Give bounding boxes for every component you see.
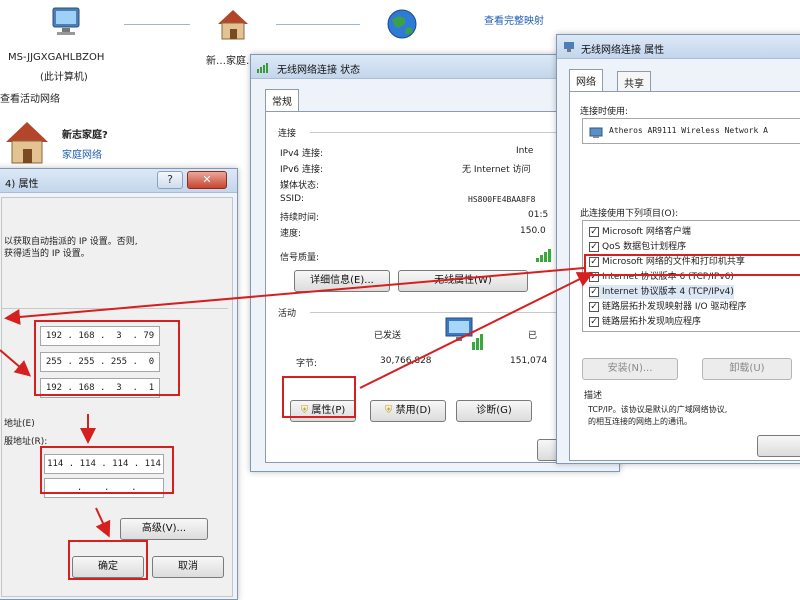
computer-icon: [52, 7, 80, 35]
signal-icon: [257, 63, 268, 73]
duration-label: 持续时间:: [280, 213, 320, 223]
network-activity-icon: [445, 317, 483, 350]
list-item-text: 链路层拓扑发现映射器 I/O 驱动程序: [602, 302, 747, 312]
computer-subtitle: (此计算机): [40, 72, 88, 83]
checkbox[interactable]: ✓: [589, 226, 599, 237]
bytes-sent-value: 30,766,828: [380, 356, 432, 366]
description-label: 描述: [584, 391, 603, 401]
adapter-name: Atheros AR9111 Wireless Network A: [609, 126, 768, 135]
items-label: 此连接使用下列项目(O):: [580, 209, 679, 219]
network-name: 新志家庭?: [62, 130, 108, 141]
ipv4-description-line2: 获得适当的 IP 设置。: [4, 249, 90, 259]
checkbox[interactable]: ✓: [589, 286, 599, 297]
ipv4-dialog-title: 4) 属性: [5, 179, 39, 190]
list-item[interactable]: ✓ 链路层拓扑发现映射器 I/O 驱动程序: [589, 300, 747, 314]
list-item-text: 链路层拓扑发现响应程序: [602, 317, 702, 327]
annotation-box-ipv4-item: [584, 254, 800, 276]
internet-globe-icon: [387, 9, 417, 39]
group-divider: [2, 308, 228, 309]
description-line2: 的相互连接的网络上的通讯。: [588, 417, 692, 426]
annotation-box-properties: [282, 376, 356, 418]
list-item[interactable]: ✓ Microsoft 网络客户端: [589, 225, 691, 239]
diagnose-button[interactable]: 诊断(G): [456, 400, 532, 422]
media-state-label: 媒体状态:: [280, 181, 320, 191]
networking-tab-panel: 连接时使用: Atheros AR9111 Wireless Network A…: [569, 91, 800, 461]
received-label: 已: [528, 331, 538, 341]
house-icon: [6, 122, 48, 164]
list-item[interactable]: ✓ QoS 数据包计划程序: [589, 240, 686, 254]
computer-name: MS-JJGXGAHLBZOH: [8, 52, 105, 63]
install-button[interactable]: 安装(N)...: [582, 358, 678, 380]
ipv4-dialog-titlebar: 4) 属性 ? ✕: [0, 169, 237, 193]
tab-sharing[interactable]: 共享: [617, 71, 651, 91]
bytes-received-value: 151,074: [510, 356, 548, 366]
connect-using-label: 连接时使用:: [580, 107, 629, 117]
cancel-button[interactable]: 取消: [152, 556, 224, 578]
network-adapter-icon: [564, 42, 574, 52]
map-connector: [276, 24, 360, 25]
list-item-selected[interactable]: ✓ Internet 协议版本 4 (TCP/IPv4): [589, 285, 734, 299]
list-item-text: Microsoft 网络客户端: [602, 227, 691, 237]
ipv4-connectivity-value: Inte: [516, 146, 534, 156]
ipv4-dialog-body: 以获取自动指派的 IP 设置。否则, 获得适当的 IP 设置。 192 . 16…: [1, 197, 233, 597]
home-network-icon: [218, 10, 248, 40]
checkbox[interactable]: ✓: [589, 301, 599, 312]
description-line1: TCP/IP。该协议是默认的广域网络协议,: [588, 405, 728, 414]
map-connector: [124, 24, 190, 25]
annotation-box-ip-settings: [34, 320, 180, 396]
tab-networking[interactable]: 网络: [569, 69, 603, 91]
details-button[interactable]: 详细信息(E)...: [294, 270, 390, 292]
signal-quality-label: 信号质量:: [280, 253, 320, 263]
duration-value: 01:5: [528, 210, 549, 220]
dns-group-label: 地址(E): [4, 419, 35, 429]
uninstall-button[interactable]: 卸载(U): [702, 358, 792, 380]
group-divider: [310, 312, 560, 313]
disable-button[interactable]: ⛨ 禁用(D): [370, 400, 446, 422]
status-dialog-title: 无线网络连接 状态: [277, 65, 361, 76]
speed-label: 速度:: [280, 229, 302, 239]
props-dialog-titlebar: 无线网络连接 属性: [557, 35, 800, 59]
ok-button[interactable]: [757, 435, 800, 457]
adapter-properties-dialog: 无线网络连接 属性 网络 共享 连接时使用: Atheros AR9111 Wi…: [556, 34, 800, 464]
ssid-label: SSID:: [280, 194, 305, 204]
props-dialog-title: 无线网络连接 属性: [581, 45, 665, 56]
ipv6-connectivity-value: 无 Internet 访问: [462, 165, 531, 175]
ipv4-connectivity-label: IPv4 连接:: [280, 149, 324, 159]
annotation-box-dns: [40, 446, 174, 494]
shield-icon: ⛨: [384, 405, 393, 416]
network-card-icon: [589, 127, 603, 138]
list-item-text: QoS 数据包计划程序: [602, 242, 687, 252]
view-full-map-link[interactable]: 查看完整映射: [484, 12, 544, 27]
disable-button-label: 禁用(D): [395, 405, 432, 416]
network-type-link[interactable]: 家庭网络: [62, 146, 102, 161]
signal-strength-icon: [536, 249, 551, 262]
checkbox[interactable]: ✓: [589, 316, 599, 327]
help-button[interactable]: ?: [157, 171, 183, 189]
home-network-label: 新…家庭…: [206, 56, 256, 67]
group-divider: [310, 132, 560, 133]
wireless-properties-button[interactable]: 无线属性(W): [398, 270, 528, 292]
annotation-box-ok: [68, 540, 148, 580]
sent-label: 已发送: [374, 331, 402, 341]
tab-general[interactable]: 常规: [265, 89, 299, 111]
adapter-name-box: Atheros AR9111 Wireless Network A: [582, 118, 800, 144]
close-button[interactable]: ✕: [187, 171, 227, 189]
advanced-button[interactable]: 高级(V)...: [120, 518, 208, 540]
ipv6-connectivity-label: IPv6 连接:: [280, 165, 324, 175]
bytes-label: 字节:: [296, 359, 318, 369]
connection-section-label: 连接: [278, 129, 297, 139]
list-item[interactable]: ✓ 链路层拓扑发现响应程序: [589, 315, 701, 329]
checkbox[interactable]: ✓: [589, 241, 599, 252]
list-item-text: Internet 协议版本 4 (TCP/IPv4): [602, 287, 734, 297]
items-list: ✓ Microsoft 网络客户端 ✓ QoS 数据包计划程序 ✓ Microsoft…: [582, 220, 800, 332]
speed-value: 150.0: [520, 226, 546, 236]
ssid-value: HS800FE4BAA8F8: [468, 195, 536, 204]
activity-section-label: 活动: [278, 309, 297, 319]
active-networks-heading: 查看活动网络: [0, 94, 60, 105]
